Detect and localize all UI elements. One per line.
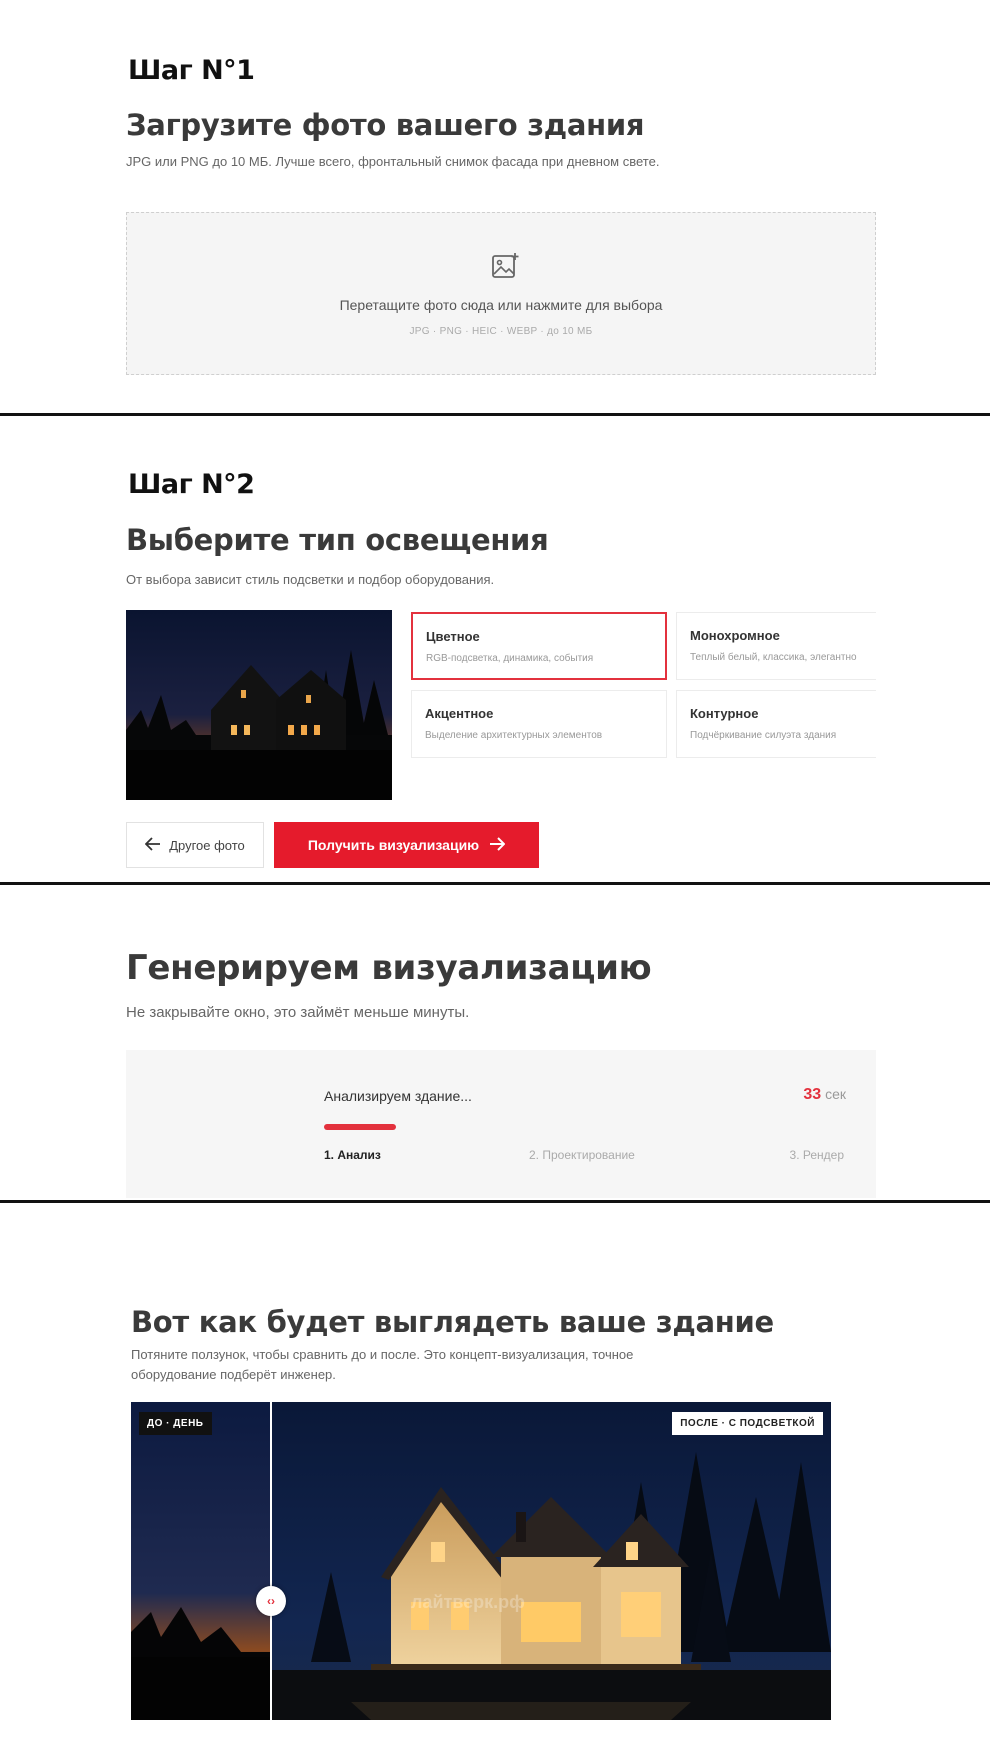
option-title: Контурное: [690, 706, 759, 721]
step1-section: Шаг N°1 Загрузите фото вашего здания JPG…: [0, 0, 990, 413]
lighting-option-accent[interactable]: Акцентное Выделение архитектурных элемен…: [411, 690, 667, 758]
step2-label: Шаг N°2: [128, 469, 255, 500]
get-visualization-label: Получить визуализацию: [307, 837, 480, 853]
progress-status: Анализируем здание...: [324, 1088, 472, 1104]
progress-bar-fill: [324, 1124, 397, 1130]
step3-title: Генерируем визуализацию: [126, 948, 652, 988]
step2-title: Выберите тип освещения: [126, 523, 549, 557]
dropzone-formats: JPG · PNG · HEIC · WEBP · до 10 МБ: [409, 326, 593, 337]
lighting-option-contour[interactable]: Контурное Подчёркивание силуэта здания: [676, 690, 876, 758]
step1-description: JPG или PNG до 10 МБ. Лучше всего, фронт…: [126, 154, 660, 169]
image-add-icon: [491, 251, 521, 281]
arrow-left-icon: [144, 836, 161, 854]
other-photo-label: Другое фото: [169, 837, 245, 853]
stage-design: 2. Проектирование: [529, 1148, 635, 1162]
section-divider: [0, 882, 990, 885]
option-subtitle: Подчёркивание силуэта здания: [690, 730, 837, 741]
upload-dropzone[interactable]: Перетащите фото сюда или нажмите для выб…: [126, 212, 876, 375]
step4-title: Вот как будет выглядеть ваше здание: [131, 1305, 774, 1339]
progress-bar: [324, 1124, 840, 1130]
uploaded-photo-thumbnail: [126, 610, 392, 800]
option-title: Цветное: [426, 629, 480, 644]
timer-value: 33: [803, 1086, 822, 1103]
step4-description-line1: Потяните ползунок, чтобы сравнить до и п…: [131, 1347, 634, 1362]
option-subtitle: RGB-подсветка, динамика, события: [426, 653, 594, 664]
badge-before: ДО · ДЕНЬ: [139, 1412, 212, 1435]
step3-description: Не закрывайте окно, это займёт меньше ми…: [126, 1004, 470, 1021]
lighting-option-mono[interactable]: Монохромное Теплый белый, классика, элег…: [676, 612, 876, 680]
stage-render: 3. Рендер: [789, 1148, 844, 1162]
slider-arrows-icon: ‹›: [267, 1594, 275, 1608]
watermark: лайтверк.рф: [411, 1592, 525, 1612]
before-image: [131, 1402, 271, 1720]
step4-description-line2: оборудование подберёт инженер.: [131, 1367, 336, 1382]
option-subtitle: Теплый белый, классика, элегантно: [690, 652, 857, 663]
before-after-comparison[interactable]: ДО · ДЕНЬ ПОСЛЕ · С ПОДСВЕТКОЙ лайтверк.…: [131, 1402, 831, 1720]
step1-title: Загрузите фото вашего здания: [126, 108, 645, 142]
arrow-right-icon: [489, 836, 506, 854]
section-divider: [0, 1200, 990, 1203]
timer-unit: сек: [825, 1086, 846, 1102]
get-visualization-button[interactable]: Получить визуализацию: [274, 822, 539, 868]
other-photo-button[interactable]: Другое фото: [126, 822, 264, 868]
generation-progress-card: Анализируем здание... 33 сек 1. Анализ 2…: [126, 1050, 876, 1198]
step1-label: Шаг N°1: [128, 55, 255, 86]
slider-handle[interactable]: ‹›: [256, 1586, 286, 1616]
step2-description: От выбора зависит стиль подсветки и подб…: [126, 572, 495, 587]
badge-after: ПОСЛЕ · С ПОДСВЕТКОЙ: [672, 1412, 823, 1435]
dropzone-text: Перетащите фото сюда или нажмите для выб…: [339, 297, 663, 313]
option-title: Монохромное: [690, 628, 780, 643]
slider-divider-line[interactable]: [270, 1402, 272, 1720]
stage-analysis: 1. Анализ: [324, 1148, 381, 1162]
option-subtitle: Выделение архитектурных элементов: [425, 730, 603, 741]
option-title: Акцентное: [425, 706, 494, 721]
lighting-option-color[interactable]: Цветное RGB-подсветка, динамика, события: [411, 612, 667, 680]
countdown-timer: 33 сек: [803, 1086, 846, 1104]
